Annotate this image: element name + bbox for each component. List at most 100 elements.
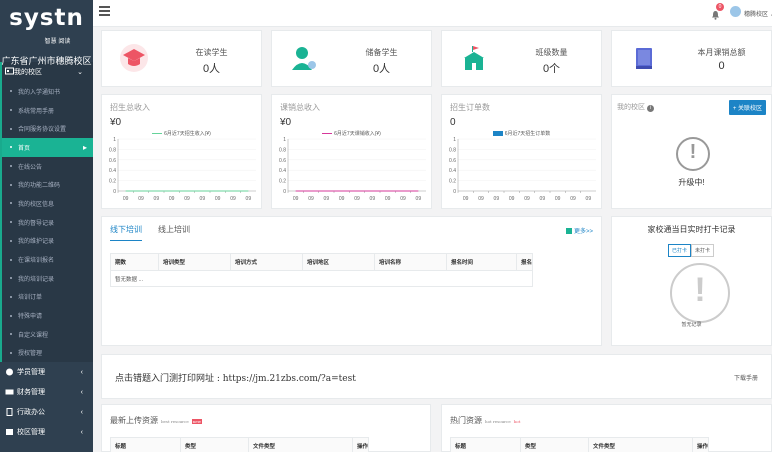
column-header[interactable]: 类型: [520, 437, 589, 452]
more-link[interactable]: 更多>>: [565, 226, 593, 235]
sidebar-item-special-request[interactable]: 特殊申请: [2, 306, 93, 325]
my-school-status: 升级中!: [678, 178, 705, 187]
my-school-title-text: 我的校区: [617, 104, 645, 111]
sidebar-item-home[interactable]: 首页 ▸: [2, 138, 93, 157]
y-tick-label: 0.8: [109, 147, 116, 153]
chart-title: 招生总收入: [110, 103, 150, 112]
graduation-cap-icon: [5, 368, 14, 376]
sidebar-item-manual[interactable]: 系统常用手册: [2, 101, 93, 120]
column-header[interactable]: 文件类型: [588, 437, 693, 452]
column-header[interactable]: 类型: [180, 437, 249, 452]
nav-finance-management[interactable]: 财务管理 ‹: [0, 382, 93, 402]
info-icon[interactable]: i: [646, 105, 654, 112]
sidebar-item-announcements[interactable]: 在线公告: [2, 157, 93, 176]
stat-value: 0: [718, 60, 725, 72]
hot-resources-table: 标题 类型 文件类型 操作: [450, 437, 710, 452]
stat-card-reserve: 储备学生 0人: [271, 30, 432, 87]
chevron-down-icon: ⌄: [77, 69, 83, 76]
sidebar-item-authorization[interactable]: 授权管理: [2, 344, 93, 363]
sidebar-item-training-records[interactable]: 我的培训记录: [2, 269, 93, 288]
nav-label: 校区管理: [17, 429, 45, 437]
stat-value: 0人: [372, 63, 391, 75]
column-header[interactable]: 标题: [110, 437, 181, 452]
hot-resources-card: 热门资源 hot resource hot 标题 类型 文件类型 操作: [441, 404, 772, 452]
stat-card-classes: 班级数量 0个: [441, 30, 602, 87]
column-header[interactable]: 期数: [110, 253, 159, 271]
print-url-text[interactable]: 点击错题入门测打印网址 : https://jm.21zbs.com/?a=te…: [115, 371, 356, 384]
chart-plot: 1 0.8 0.6 0.4 0.2 0 09 09 09 09 09 09 09 09 09: [449, 137, 596, 202]
sidebar-item-label: 系统常用手册: [18, 108, 55, 115]
y-tick-label: 0.6: [279, 158, 286, 164]
not-checked-in-button[interactable]: 未打卡: [691, 244, 715, 257]
sidebar-item-qrcode[interactable]: 我的功能二维码: [2, 175, 93, 194]
x-tick-label: 09: [400, 196, 406, 202]
sidebar-item-contract-settings[interactable]: 合同服务协议设置: [2, 119, 93, 138]
logo-subtext: 智慧 阅读: [44, 39, 71, 45]
column-header[interactable]: 标题: [450, 437, 521, 452]
nav-student-management[interactable]: 学员管理 ‹: [0, 362, 93, 382]
link-school-button[interactable]: + 关联校区: [728, 100, 766, 115]
chart-title: 课销总收入: [280, 103, 320, 112]
sidebar-item-label: 在线公告: [18, 164, 43, 171]
x-tick-label: 09: [509, 196, 515, 202]
chevron-left-icon: ‹: [80, 428, 83, 436]
sidebar-item-school-info[interactable]: 我的校区信息: [2, 194, 93, 213]
chevron-left-icon: ‹: [80, 368, 83, 376]
y-tick-label: 0.8: [449, 147, 456, 153]
checked-in-button[interactable]: 已打卡: [668, 244, 692, 257]
notification-badge: 0: [716, 3, 724, 11]
training-card: 线下培训 线上培训 更多>> 期数 培训类型 培训方式 培训地区 培训名称 报名…: [101, 216, 602, 346]
resources-title-text: 最新上传资源: [110, 416, 158, 425]
column-header[interactable]: 培训名称: [374, 253, 447, 271]
chart-card-course-income: 课销总收入 ¥0 6月近7天课销收入(¥) 1 0.8 0.6 0.4 0.2 0 09 09…: [271, 94, 432, 209]
nav-school-management[interactable]: 校区管理 ‹: [0, 422, 93, 442]
logo-text: systn: [9, 5, 84, 31]
column-header[interactable]: 报名: [515, 253, 534, 271]
sidebar-item-custom-course[interactable]: 自定义课程: [2, 325, 93, 344]
tab-online-training[interactable]: 线上培训: [158, 224, 190, 241]
y-tick-label: 0: [453, 189, 456, 195]
sidebar-item-label: 培训订单: [18, 295, 43, 302]
y-tick-label: 0.8: [279, 147, 286, 153]
sidebar-item-label: 在课培训报名: [18, 258, 55, 265]
sidebar-item-training-orders[interactable]: 培训订单: [2, 288, 93, 307]
column-header[interactable]: 操作: [351, 437, 370, 452]
sidebar-item-admission-notice[interactable]: 我的入学通知书: [2, 82, 93, 101]
school-icon: [460, 44, 488, 72]
sidebar-item-maintenance[interactable]: 我的维护记录: [2, 232, 93, 251]
stat-label: 在读学生: [195, 48, 228, 57]
x-tick-label: 09: [169, 196, 175, 202]
y-tick-label: 0: [283, 189, 286, 195]
column-header[interactable]: 报名时间: [446, 253, 517, 271]
logo[interactable]: systn 智慧 阅读 广东省广州市穗腾校区: [0, 0, 93, 66]
my-school-card: 我的校区 i + 关联校区 升级中!: [611, 94, 772, 209]
column-header[interactable]: 培训类型: [158, 253, 231, 271]
y-tick-label: 1: [113, 137, 116, 143]
tab-offline-training[interactable]: 线下培训: [110, 224, 142, 241]
column-header[interactable]: 培训地区: [302, 253, 375, 271]
chart-plot: 1 0.8 0.6 0.4 0.2 0 09 09 09 09 09 09 09 09 09: [279, 137, 426, 202]
sidebar-item-training-signup[interactable]: 在课培训报名: [2, 250, 93, 269]
caret-right-icon: ▸: [82, 142, 87, 152]
y-tick-label: 0.2: [109, 179, 116, 185]
x-tick-label: 09: [308, 196, 314, 202]
x-tick-label: 09: [370, 196, 376, 202]
sidebar-item-label: 授权管理: [18, 351, 43, 358]
x-tick-label: 09: [354, 196, 360, 202]
y-tick-label: 0.2: [449, 179, 456, 185]
x-tick-label: 09: [416, 196, 422, 202]
user-menu[interactable]: 穗腾校区 ⌄: [744, 9, 772, 18]
column-header[interactable]: 操作: [691, 437, 710, 452]
column-header[interactable]: 培训方式: [230, 253, 303, 271]
avatar[interactable]: [730, 6, 741, 17]
chart-card-enrollment-income: 招生总收入 ¥0 6月近7天招生收入(¥) 1 0.8 0.6 0.4 0.2 0 09 09…: [101, 94, 262, 209]
download-manual-link[interactable]: 下载手册: [734, 373, 758, 382]
x-tick-label: 09: [494, 196, 500, 202]
menu-toggle-icon[interactable]: [99, 6, 110, 16]
stat-card-monthly-sales: 本月课销总额 0: [611, 30, 772, 87]
nav-administration[interactable]: 行政办公 ‹: [0, 402, 93, 422]
chevron-left-icon: ‹: [80, 408, 83, 416]
sidebar-item-supervision[interactable]: 我的督导记录: [2, 213, 93, 232]
column-header[interactable]: 文件类型: [248, 437, 353, 452]
latest-resources-title: 最新上传资源 best resource new: [110, 415, 203, 426]
